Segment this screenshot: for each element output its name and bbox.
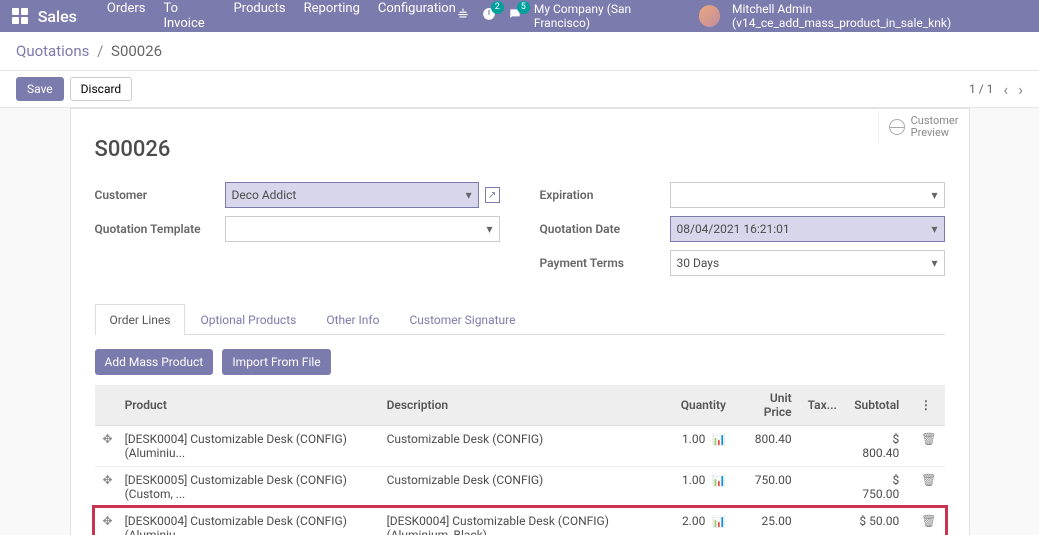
pager-next[interactable]: › [1018, 80, 1023, 99]
drag-handle-icon[interactable]: ✥ [95, 508, 117, 535]
company-switcher[interactable]: My Company (San Francisco) [534, 2, 687, 30]
brand: Sales [38, 7, 77, 26]
template-label: Quotation Template [95, 222, 225, 236]
col-options-icon[interactable]: ⋮ [907, 385, 944, 426]
breadcrumb: Quotations / S00026 [16, 42, 162, 60]
top-nav: Orders To Invoice Products Reporting Con… [107, 1, 456, 31]
nav-configuration[interactable]: Configuration [378, 1, 456, 31]
nav-products[interactable]: Products [233, 1, 285, 31]
pager-prev[interactable]: ‹ [1003, 80, 1008, 99]
graph-icon[interactable]: 📊 [712, 474, 726, 487]
cell-tax[interactable] [800, 508, 845, 535]
globe-icon [889, 119, 905, 135]
cell-unit-price[interactable]: 25.00 [734, 508, 800, 535]
col-quantity: Quantity [673, 385, 734, 426]
cell-unit-price[interactable]: 800.40 [734, 426, 800, 467]
pager-count: 1 / 1 [969, 82, 993, 96]
cell-subtotal: $ 800.40 [845, 426, 907, 467]
customer-label: Customer [95, 188, 225, 202]
delete-row-icon[interactable]: 🗑 [907, 467, 944, 508]
pager: 1 / 1 ‹ › [969, 80, 1023, 99]
payment-terms-label: Payment Terms [540, 256, 670, 270]
discard-button[interactable]: Discard [70, 77, 133, 101]
tab-optional-products[interactable]: Optional Products [185, 304, 311, 335]
table-row[interactable]: ✥[DESK0005] Customizable Desk (CONFIG) (… [95, 467, 945, 508]
caret-down-icon: ▾ [486, 222, 492, 236]
nav-to-invoice[interactable]: To Invoice [163, 1, 215, 31]
table-row[interactable]: ✥[DESK0004] Customizable Desk (CONFIG) (… [95, 508, 945, 535]
customer-field[interactable]: Deco Addict ▾ [225, 182, 479, 208]
payment-terms-field[interactable]: 30 Days ▾ [670, 250, 945, 276]
nav-orders[interactable]: Orders [107, 1, 146, 31]
caret-down-icon: ▾ [931, 256, 937, 270]
cell-product[interactable]: [DESK0004] Customizable Desk (CONFIG) (A… [117, 508, 379, 535]
apps-icon[interactable] [12, 8, 28, 24]
user-menu[interactable]: Mitchell Admin (v14_ce_add_mass_product_… [732, 2, 1027, 30]
drag-handle-icon[interactable]: ✥ [95, 426, 117, 467]
tabs: Order Lines Optional Products Other Info… [95, 304, 945, 335]
col-tax: Tax... [800, 385, 845, 426]
form-sheet: Customer Preview S00026 Customer Deco Ad… [70, 108, 970, 535]
cell-unit-price[interactable]: 750.00 [734, 467, 800, 508]
graph-icon[interactable]: 📊 [712, 433, 726, 446]
delete-row-icon[interactable]: 🗑 [907, 426, 944, 467]
table-row[interactable]: ✥[DESK0004] Customizable Desk (CONFIG) (… [95, 426, 945, 467]
cell-quantity[interactable]: 2.00 📊 [673, 508, 734, 535]
messages-icon[interactable]: 5 [508, 7, 522, 25]
cell-quantity[interactable]: 1.00 📊 [673, 426, 734, 467]
tab-customer-signature[interactable]: Customer Signature [394, 304, 530, 335]
cell-subtotal: $ 50.00 [845, 508, 907, 535]
caret-down-icon: ▾ [466, 188, 472, 202]
messages-badge: 5 [517, 1, 530, 14]
cell-description[interactable]: [DESK0004] Customizable Desk (CONFIG) (A… [379, 508, 673, 535]
expiration-label: Expiration [540, 188, 670, 202]
delete-row-icon[interactable]: 🗑 [907, 508, 944, 535]
cell-product[interactable]: [DESK0005] Customizable Desk (CONFIG) (C… [117, 467, 379, 508]
drag-handle-icon[interactable]: ✥ [95, 467, 117, 508]
caret-down-icon: ▾ [931, 222, 937, 236]
cell-quantity[interactable]: 1.00 📊 [673, 467, 734, 508]
graph-icon[interactable]: 📊 [712, 515, 726, 528]
tab-other-info[interactable]: Other Info [311, 304, 394, 335]
cell-product[interactable]: [DESK0004] Customizable Desk (CONFIG) (A… [117, 426, 379, 467]
col-description: Description [379, 385, 673, 426]
col-subtotal: Subtotal [845, 385, 907, 426]
breadcrumb-bar: Quotations / S00026 [0, 32, 1039, 71]
quotation-date-label: Quotation Date [540, 222, 670, 236]
breadcrumb-sep: / [97, 42, 103, 60]
customer-preview-button[interactable]: Customer Preview [878, 111, 969, 143]
cell-description[interactable]: Customizable Desk (CONFIG) [379, 467, 673, 508]
col-unit-price: Unit Price [734, 385, 800, 426]
breadcrumb-current: S00026 [111, 42, 162, 60]
activities-badge: 2 [491, 1, 504, 14]
cell-tax[interactable] [800, 426, 845, 467]
tab-order-lines[interactable]: Order Lines [95, 304, 186, 335]
external-link-icon[interactable]: ↗ [485, 187, 500, 203]
save-button[interactable]: Save [16, 77, 64, 101]
add-mass-product-button[interactable]: Add Mass Product [95, 349, 214, 375]
caret-down-icon: ▾ [931, 188, 937, 202]
record-title: S00026 [95, 137, 945, 162]
cell-description[interactable]: Customizable Desk (CONFIG) [379, 426, 673, 467]
order-lines-table: Product Description Quantity Unit Price … [95, 385, 945, 535]
content-scroll[interactable]: Customer Preview S00026 Customer Deco Ad… [0, 108, 1039, 535]
quotation-template-field[interactable]: ▾ [225, 216, 500, 242]
quotation-date-field[interactable]: 08/04/2021 16:21:01 ▾ [670, 216, 945, 242]
col-product: Product [117, 385, 379, 426]
cell-subtotal: $ 750.00 [845, 467, 907, 508]
cell-tax[interactable] [800, 467, 845, 508]
activities-icon[interactable]: 2 [482, 7, 496, 25]
breadcrumb-root[interactable]: Quotations [16, 42, 89, 60]
debug-icon[interactable] [456, 7, 470, 25]
avatar[interactable] [699, 5, 720, 27]
action-bar: Save Discard 1 / 1 ‹ › [0, 71, 1039, 108]
import-from-file-button[interactable]: Import From File [222, 349, 330, 375]
topbar: Sales Orders To Invoice Products Reporti… [0, 0, 1039, 32]
orderlines-toolbar: Add Mass Product Import From File [95, 349, 945, 375]
expiration-field[interactable]: ▾ [670, 182, 945, 208]
nav-reporting[interactable]: Reporting [304, 1, 360, 31]
